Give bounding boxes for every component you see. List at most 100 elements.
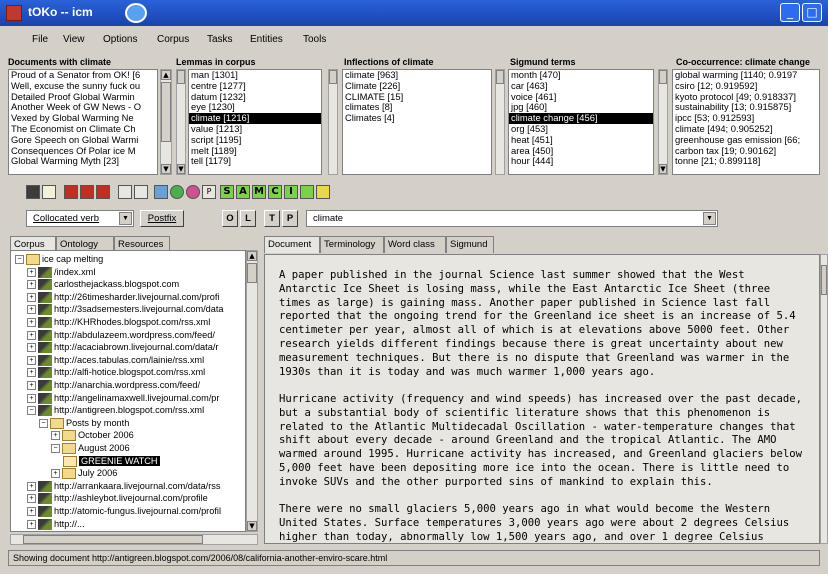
tree-item[interactable]: + http://...	[27, 518, 85, 530]
scroll-down-arrow-icon[interactable]: ▼	[161, 164, 171, 174]
tree-item[interactable]: − ice cap melting	[15, 253, 103, 266]
minimize-button[interactable]: _	[780, 3, 800, 22]
expand-icon[interactable]: +	[27, 481, 36, 491]
list-item[interactable]: Another Week of GW News - O	[9, 102, 157, 113]
document-scrollbar[interactable]	[820, 254, 828, 544]
tree-item[interactable]: + /index.xml	[27, 266, 95, 278]
expand-icon[interactable]: +	[27, 355, 36, 365]
menu-file[interactable]: File	[32, 34, 48, 45]
corpus-tree[interactable]: − ice cap melting + /index.xml + carlosthejac…	[10, 250, 246, 532]
list-item[interactable]: global warming [1140; 0.9197	[673, 70, 819, 81]
expand-icon[interactable]: +	[51, 469, 60, 479]
tree-item[interactable]: + http://angelinamaxwell.livejournal.com/…	[27, 392, 219, 404]
list-item[interactable]: car [463]	[509, 81, 653, 92]
scroll-thumb[interactable]	[821, 265, 827, 295]
menu-entities[interactable]: Entities	[250, 34, 283, 45]
undo-icon[interactable]	[118, 185, 132, 199]
tree-item[interactable]: − http://antigreen.blogspot.com/rss.xml	[27, 404, 204, 417]
expand-icon[interactable]: +	[27, 393, 36, 403]
scroll-thumb[interactable]	[23, 535, 203, 544]
p-icon[interactable]: P	[202, 185, 216, 199]
grid-icon[interactable]	[300, 185, 314, 199]
cooccurrence-scrollbar[interactable]: ▼	[658, 69, 668, 175]
documents-list[interactable]: Proud of a Senator from OK! [6 Well, exc…	[8, 69, 158, 175]
list-item[interactable]: heat [451]	[509, 135, 653, 146]
p-button[interactable]: P	[282, 210, 298, 227]
list-item[interactable]: tonne [21; 0.899118]	[673, 156, 819, 167]
t-button[interactable]: T	[264, 210, 280, 227]
scroll-down-arrow-icon[interactable]: ▼	[177, 164, 185, 174]
expand-icon[interactable]: +	[27, 381, 36, 391]
scroll-down-arrow-icon[interactable]: ▼	[659, 164, 667, 174]
tree-item[interactable]: + http://KHRhodes.blogspot.com/rss.xml	[27, 316, 210, 329]
list-item[interactable]: Vexed by Global Warming Ne	[9, 113, 157, 124]
list-item[interactable]: Proud of a Senator from OK! [6	[9, 70, 157, 81]
collapse-icon[interactable]: −	[39, 418, 48, 428]
inflections-list[interactable]: climate [963] Climate [226] CLIMATE [15]…	[342, 69, 492, 175]
list-item[interactable]: eye [1230]	[189, 102, 321, 113]
prev-icon[interactable]	[80, 185, 94, 199]
expand-icon[interactable]: +	[27, 519, 36, 529]
scroll-thumb[interactable]	[329, 70, 337, 84]
list-item[interactable]: jpg [460]	[509, 102, 653, 113]
tree-item[interactable]: + http://arrankaara.livejournal.com/data/…	[27, 480, 220, 492]
tree-item[interactable]: + http://ashleybot.livejournal.com/profil…	[27, 492, 208, 505]
tree-item[interactable]: + http://aces.tabulas.com/lainie/rss.xml	[27, 354, 204, 366]
list-item[interactable]: climate [494; 0.905252]	[673, 124, 819, 135]
list-item[interactable]: kyoto protocol [49; 0.918337]	[673, 92, 819, 103]
list-item[interactable]: carbon tax [19; 0.90162]	[673, 146, 819, 157]
list-item[interactable]: hour [444]	[509, 156, 653, 167]
list-item-selected[interactable]: climate change [456]	[509, 113, 653, 124]
sigmund-list[interactable]: month [470] car [463] voice [461] jpg [4…	[508, 69, 654, 175]
tab-word-class[interactable]: Word class	[384, 236, 446, 253]
list-item[interactable]: script [1195]	[189, 135, 321, 146]
scroll-up-arrow-icon[interactable]: ▲	[247, 251, 257, 261]
list-item[interactable]: greenhouse gas emission [66;	[673, 135, 819, 146]
first-icon[interactable]	[64, 185, 78, 199]
a-icon[interactable]: A	[236, 185, 250, 199]
tree-item[interactable]: + http://alfi-hotice.blogspot.com/rss.xml	[27, 366, 205, 379]
tree-item[interactable]: + http://anarchia.wordpress.com/feed/	[27, 379, 200, 392]
list-item[interactable]: Global Warming Myth [23]	[9, 156, 157, 167]
document-view[interactable]: A paper published in the journal Science…	[264, 254, 820, 544]
expand-icon[interactable]: +	[27, 318, 36, 328]
list-item[interactable]: datum [1232]	[189, 92, 321, 103]
tree-item[interactable]: + carlosthejackass.blogspot.com	[27, 278, 179, 291]
i-icon[interactable]: I	[284, 185, 298, 199]
scroll-thumb[interactable]	[161, 82, 171, 142]
globe-icon[interactable]	[154, 185, 168, 199]
scroll-thumb[interactable]	[659, 70, 667, 84]
lemmas-list[interactable]: man [1301] centre [1277] datum [1232] ey…	[188, 69, 322, 175]
list-item[interactable]: Climate [226]	[343, 81, 491, 92]
tab-sigmund[interactable]: Sigmund	[446, 236, 494, 253]
chevron-down-icon[interactable]: ▼	[703, 212, 716, 225]
list-item[interactable]: climate [963]	[343, 70, 491, 81]
scroll-thumb[interactable]	[496, 70, 504, 84]
list-item[interactable]: sustainability [13; 0.915875]	[673, 102, 819, 113]
tree-item[interactable]: + http://3sadsemesters.livejournal.com/da…	[27, 303, 224, 316]
documents-scrollbar[interactable]: ▲ ▼	[160, 69, 172, 175]
list-item[interactable]: csiro [12; 0.919592]	[673, 81, 819, 92]
list-item[interactable]: voice [461]	[509, 92, 653, 103]
collapse-icon[interactable]: −	[51, 444, 60, 454]
list-item[interactable]: Detailed Proof Global Warmin	[9, 92, 157, 103]
copyright-icon[interactable]	[170, 185, 184, 199]
scroll-thumb[interactable]	[177, 70, 185, 84]
tree-item[interactable]: + http://acaciabrown.livejournal.com/data…	[27, 341, 218, 354]
l-button[interactable]: L	[240, 210, 256, 227]
menu-corpus[interactable]: Corpus	[157, 34, 189, 45]
list-item[interactable]: area [450]	[509, 146, 653, 157]
book-icon[interactable]	[42, 185, 56, 199]
list-item[interactable]: Climates [4]	[343, 113, 491, 124]
list-item[interactable]: melt [1189]	[189, 146, 321, 157]
list-item[interactable]: Consequences Of Polar ice M	[9, 146, 157, 157]
inflections-scrollbar[interactable]	[328, 69, 338, 175]
list-item[interactable]: CLIMATE [15]	[343, 92, 491, 103]
tree-item-selected[interactable]: GREENIE WATCH	[63, 455, 160, 467]
list-item[interactable]: Well, excuse the sunny fuck ou	[9, 81, 157, 92]
tree-item[interactable]: + http://atomic-fungus.livejournal.com/pr…	[27, 505, 221, 518]
menu-tools[interactable]: Tools	[303, 34, 326, 45]
expand-icon[interactable]: +	[27, 292, 36, 302]
postfix-button[interactable]: Postfix	[140, 210, 184, 227]
tab-terminology[interactable]: Terminology	[320, 236, 384, 253]
